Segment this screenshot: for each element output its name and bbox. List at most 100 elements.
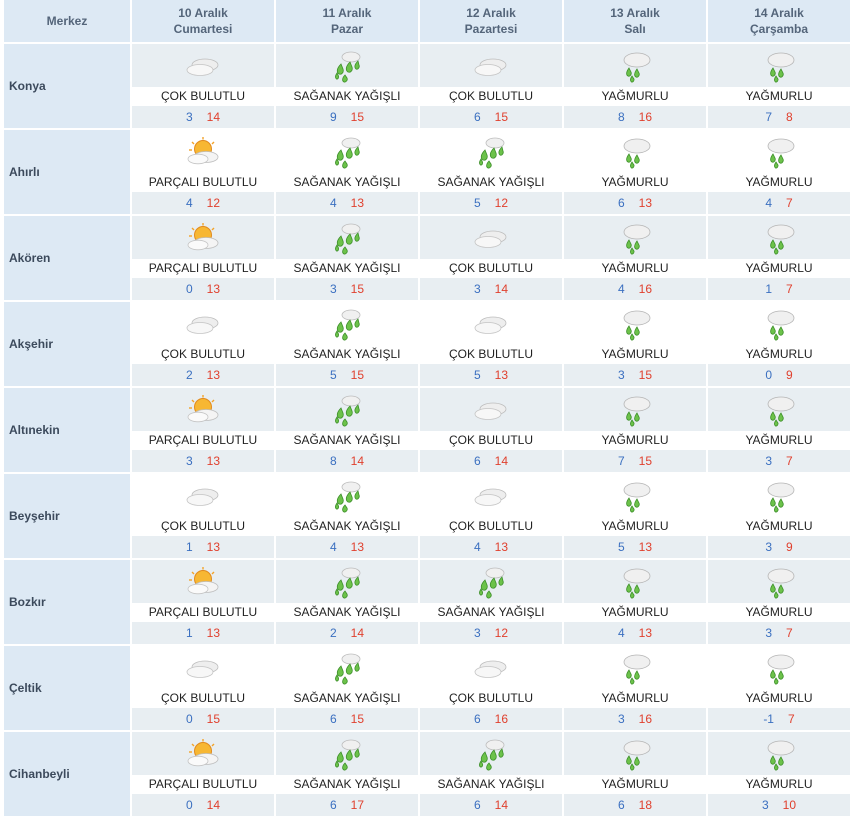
min-temperature: 6: [473, 454, 481, 468]
rain-icon: [564, 646, 706, 689]
rain-icon: [708, 646, 850, 689]
temperature-range: 39: [708, 536, 850, 558]
min-temperature: 3: [185, 110, 193, 124]
min-temperature: 2: [185, 368, 193, 382]
table-row: Altınekin PARÇALI BULUTLU 3 13 SAĞANAK YAĞIŞ…: [4, 388, 850, 474]
max-temperature: 15: [638, 368, 653, 382]
forecast-cell: YAĞMURLU -1 7: [706, 646, 850, 730]
temperature-range: 8 14: [276, 450, 418, 472]
forecast-cell: PARÇALI BULUTLU 3 13: [130, 388, 274, 472]
district-name: Cihanbeyli: [4, 732, 130, 816]
header-day-3: 12 Aralık Pazartesi: [418, 0, 562, 42]
min-temperature: 6: [329, 712, 337, 726]
forecast-cell: ÇOK BULUTLU 6 16: [418, 646, 562, 730]
max-temperature: 13: [206, 282, 221, 296]
temperature-range: 3 13: [132, 450, 274, 472]
max-temperature: 12: [206, 196, 221, 210]
cloudy-icon: [420, 44, 562, 87]
table-row: Çeltik ÇOK BULUTLU 0 15 SAĞANAK YAĞIŞLI 6 15 ÇO…: [4, 646, 850, 732]
cloudy-icon: [420, 646, 562, 689]
condition-text: YAĞMURLU: [564, 87, 706, 106]
condition-text: YAĞMURLU: [564, 775, 706, 794]
table-header: Merkez 10 Aralık Cumartesi 11 Aralık Pazar…: [4, 0, 850, 44]
rain-icon: [564, 130, 706, 173]
max-temperature: 7: [786, 196, 793, 210]
rain-icon: [708, 474, 850, 517]
forecast-cell: ÇOK BULUTLU 4 13: [418, 474, 562, 558]
condition-text: ÇOK BULUTLU: [132, 517, 274, 536]
temperature-range: 0 13: [132, 278, 274, 300]
table-row: Akören PARÇALI BULUTLU 0 13 SAĞANAK YAĞIŞLI 3…: [4, 216, 850, 302]
temperature-range: 1 13: [132, 622, 274, 644]
rain-icon: [708, 732, 850, 775]
max-temperature: 17: [350, 798, 365, 812]
min-temperature: 9: [329, 110, 337, 124]
partly-cloudy-icon: [132, 216, 274, 259]
partly-cloudy-icon: [132, 130, 274, 173]
max-temperature: 16: [638, 712, 653, 726]
showers-icon: [420, 560, 562, 603]
min-temperature: 8: [329, 454, 337, 468]
max-temperature: 14: [350, 626, 365, 640]
forecast-cell: YAĞMURLU 3 9: [706, 474, 850, 558]
min-temperature: 4: [617, 626, 625, 640]
forecast-cell: ÇOK BULUTLU 6 15: [418, 44, 562, 128]
condition-text: ÇOK BULUTLU: [420, 87, 562, 106]
cloudy-icon: [420, 388, 562, 431]
forecast-cell: SAĞANAK YAĞIŞLI 4 13: [274, 130, 418, 214]
min-temperature: 0: [185, 712, 193, 726]
temperature-range: 4 13: [276, 192, 418, 214]
header-date: 12 Aralık: [466, 6, 516, 20]
max-temperature: 13: [350, 540, 365, 554]
condition-text: SAĞANAK YAĞIŞLI: [420, 603, 562, 622]
showers-icon: [276, 732, 418, 775]
max-temperature: 15: [350, 282, 365, 296]
showers-icon: [276, 130, 418, 173]
table-row: Beyşehir ÇOK BULUTLU 1 13 SAĞANAK YAĞIŞLI 4 13…: [4, 474, 850, 560]
forecast-cell: YAĞMURLU 6 13: [562, 130, 706, 214]
condition-text: SAĞANAK YAĞIŞLI: [276, 775, 418, 794]
condition-text: PARÇALI BULUTLU: [132, 173, 274, 192]
table-row: Bozkır PARÇALI BULUTLU 1 13 SAĞANAK YAĞIŞLI 2…: [4, 560, 850, 646]
temperature-range: 0 14: [132, 794, 274, 816]
table-row: Akşehir ÇOK BULUTLU 2 13 SAĞANAK YAĞIŞLI 5 15 Ç…: [4, 302, 850, 388]
rain-icon: [564, 388, 706, 431]
temperature-range: 8 16: [564, 106, 706, 128]
header-date: 13 Aralık: [610, 6, 660, 20]
condition-text: YAĞMURLU: [564, 689, 706, 708]
temperature-range: 5 15: [276, 364, 418, 386]
forecast-cell: YAĞMURLU 7 15: [562, 388, 706, 472]
max-temperature: 13: [494, 540, 509, 554]
forecast-cell: SAĞANAK YAĞIŞLI 6 15: [274, 646, 418, 730]
forecast-cell: PARÇALI BULUTLU 1 13: [130, 560, 274, 644]
condition-text: YAĞMURLU: [708, 517, 850, 536]
temperature-range: 3 10: [708, 794, 850, 816]
forecast-cell: YAĞMURLU 4 7: [706, 130, 850, 214]
min-temperature: 8: [617, 110, 625, 124]
max-temperature: 14: [350, 454, 365, 468]
condition-text: SAĞANAK YAĞIŞLI: [276, 603, 418, 622]
showers-icon: [276, 216, 418, 259]
condition-text: PARÇALI BULUTLU: [132, 259, 274, 278]
max-temperature: 13: [494, 368, 509, 382]
district-name: Altınekin: [4, 388, 130, 472]
temperature-range: 3 14: [420, 278, 562, 300]
condition-text: YAĞMURLU: [708, 431, 850, 450]
min-temperature: 3: [473, 626, 481, 640]
header-weekday: Pazar: [330, 22, 364, 36]
max-temperature: 9: [786, 368, 793, 382]
forecast-cell: ÇOK BULUTLU 2 13: [130, 302, 274, 386]
max-temperature: 13: [206, 540, 221, 554]
rain-icon: [564, 474, 706, 517]
forecast-cell: YAĞMURLU 0 9: [706, 302, 850, 386]
forecast-table: Merkez 10 Aralık Cumartesi 11 Aralık Pazar…: [4, 0, 850, 818]
max-temperature: 7: [786, 626, 793, 640]
temperature-range: 6 15: [276, 708, 418, 730]
showers-icon: [276, 302, 418, 345]
header-day-5: 14 Aralık Çarşamba: [706, 0, 850, 42]
max-temperature: 14: [494, 454, 509, 468]
district-name: Akşehir: [4, 302, 130, 386]
forecast-cell: SAĞANAK YAĞIŞLI 3 15: [274, 216, 418, 300]
rain-icon: [708, 44, 850, 87]
forecast-cell: YAĞMURLU 7 8: [706, 44, 850, 128]
